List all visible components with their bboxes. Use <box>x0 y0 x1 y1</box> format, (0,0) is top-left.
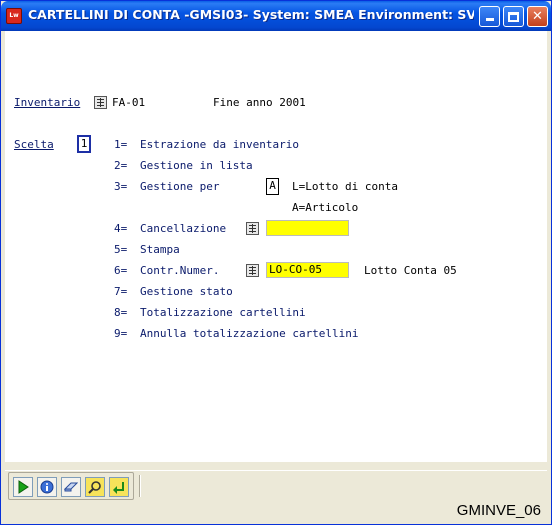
option-gestione-per: Gestione per <box>140 180 220 193</box>
maximize-icon <box>508 12 519 22</box>
option-number: 2= <box>114 159 128 172</box>
bottom-toolbar <box>5 470 547 500</box>
option-contr-numer: Contr.Numer. <box>140 264 220 277</box>
window-title: CARTELLINI DI CONTA -GMSI03- System: SME… <box>28 7 474 22</box>
option-number: 8= <box>114 306 128 319</box>
option-gestione-stato: Gestione stato <box>140 285 233 298</box>
cancellazione-lookup-icon[interactable] <box>246 222 259 235</box>
scelta-input[interactable]: 1 <box>77 135 91 153</box>
info-button[interactable] <box>37 477 57 497</box>
option-number: 3= <box>114 180 128 193</box>
toolbar-button-group <box>8 472 134 500</box>
gestione-per-hint-articolo: A=Articolo <box>292 201 359 214</box>
option-number: 7= <box>114 285 128 298</box>
search-icon <box>88 481 101 494</box>
run-icon <box>18 480 29 494</box>
cancellazione-input[interactable] <box>266 220 349 236</box>
contr-numer-input[interactable]: LO-CO-05 <box>266 262 349 278</box>
gestione-per-input[interactable]: A <box>266 178 279 195</box>
status-bar: GMINVE_06 <box>1 500 551 524</box>
close-button[interactable]: ✕ <box>527 6 548 27</box>
close-icon: ✕ <box>532 9 543 24</box>
inventario-lookup-icon[interactable] <box>94 96 107 109</box>
option-totalizzazione: Totalizzazione cartellini <box>140 306 306 319</box>
option-annulla-totalizzazione: Annulla totalizzazione cartellini <box>140 327 359 340</box>
option-estrazione: Estrazione da inventario <box>140 138 299 151</box>
run-button[interactable] <box>13 477 33 497</box>
search-button[interactable] <box>85 477 105 497</box>
eraser-button[interactable] <box>61 477 81 497</box>
app-icon[interactable]: Lw <box>6 8 22 24</box>
back-arrow-icon <box>113 482 124 494</box>
contr-numer-description: Lotto Conta 05 <box>364 264 457 277</box>
screen-code: GMINVE_06 <box>456 502 541 519</box>
option-number: 5= <box>114 243 128 256</box>
info-icon <box>40 480 54 494</box>
gestione-per-hint-lotto: L=Lotto di conta <box>292 180 398 193</box>
app-window: Lw CARTELLINI DI CONTA -GMSI03- System: … <box>0 0 552 525</box>
option-number: 1= <box>114 138 128 151</box>
option-number: 6= <box>114 264 128 277</box>
inventario-value[interactable]: FA-01 <box>112 96 145 109</box>
form-area: Inventario FA-01 Fine anno 2001 Scelta 1… <box>5 31 547 462</box>
back-button[interactable] <box>109 477 129 497</box>
scelta-label[interactable]: Scelta <box>14 138 54 151</box>
maximize-button[interactable] <box>503 6 524 27</box>
toolbar-separator <box>139 475 141 497</box>
eraser-icon <box>63 482 79 492</box>
option-number: 9= <box>114 327 128 340</box>
title-bar[interactable]: Lw CARTELLINI DI CONTA -GMSI03- System: … <box>1 1 551 31</box>
option-stampa: Stampa <box>140 243 180 256</box>
inventario-description: Fine anno 2001 <box>213 96 306 109</box>
option-gestione-lista: Gestione in lista <box>140 159 253 172</box>
minimize-icon <box>485 18 494 21</box>
minimize-button[interactable] <box>479 6 500 27</box>
contr-numer-lookup-icon[interactable] <box>246 264 259 277</box>
option-cancellazione: Cancellazione <box>140 222 227 235</box>
option-number: 4= <box>114 222 128 235</box>
inventario-label[interactable]: Inventario <box>14 96 80 109</box>
